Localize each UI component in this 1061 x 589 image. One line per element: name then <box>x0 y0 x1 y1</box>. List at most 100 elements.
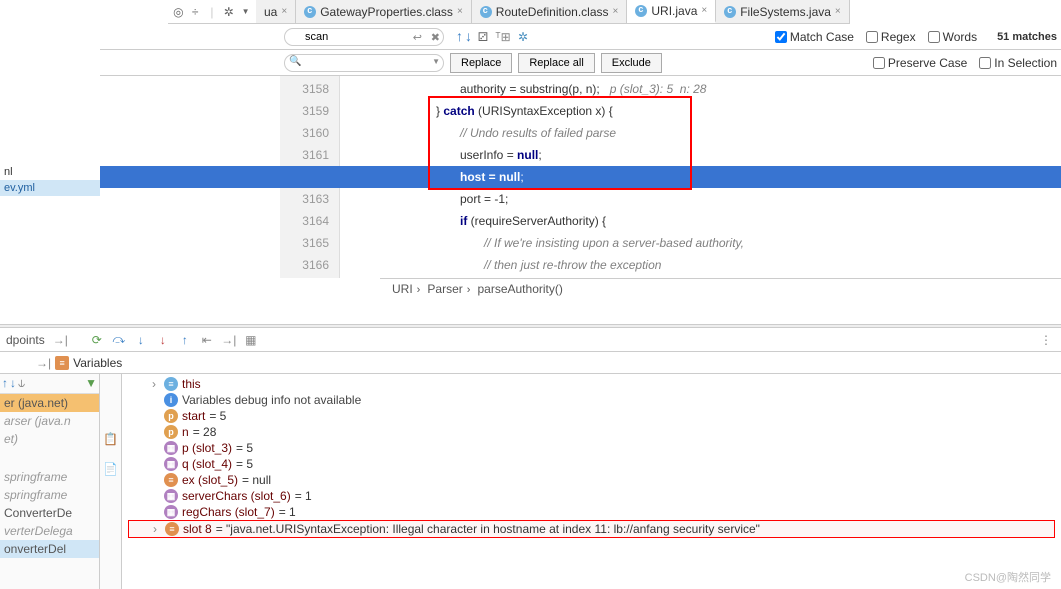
close-icon[interactable]: × <box>835 6 841 17</box>
settings-icon[interactable]: ✲ <box>514 28 532 46</box>
line-number: 3166 <box>280 254 329 276</box>
tab-label: URI.java <box>651 4 697 18</box>
in-selection-checkbox[interactable]: In Selection <box>979 56 1057 70</box>
slot-icon: ▦ <box>164 441 178 455</box>
drop-frame-icon[interactable]: ⇤ <box>198 331 216 349</box>
copy-icon[interactable]: 📋 <box>102 430 120 448</box>
pin-icon[interactable]: ᵀ⊞ <box>494 28 512 46</box>
var-n[interactable]: pn = 28 <box>128 424 1055 440</box>
regex-checkbox[interactable]: Regex <box>866 30 916 44</box>
code-line-current: host = null; <box>100 166 1061 188</box>
replace-icon: 🔍 <box>289 56 301 67</box>
exclude-button[interactable]: Exclude <box>601 53 662 73</box>
match-case-checkbox[interactable]: Match Case <box>775 30 854 44</box>
crumb[interactable]: parseAuthority() <box>477 282 562 296</box>
primitive-icon: p <box>164 425 178 439</box>
var-this[interactable]: ›≡this <box>128 376 1055 392</box>
run-to-cursor-icon[interactable]: →| <box>220 331 238 349</box>
info-icon: i <box>164 393 178 407</box>
filter-icon[interactable]: ⚂ <box>474 28 492 46</box>
frame-item[interactable]: verterDelega <box>0 522 99 540</box>
tab-ua[interactable]: ua× <box>256 0 296 23</box>
force-step-icon[interactable]: ↓ <box>154 331 172 349</box>
frame-item[interactable]: ConverterDe <box>0 504 99 522</box>
more-icon[interactable]: ⋮ <box>1037 331 1055 349</box>
pin-icon[interactable]: →| <box>53 333 68 347</box>
var-q[interactable]: ▦q (slot_4) = 5 <box>128 456 1055 472</box>
tab-gateway[interactable]: GatewayProperties.class × <box>296 0 472 23</box>
dropdown-icon[interactable]: ▼ <box>239 3 252 21</box>
variables-tree[interactable]: ›≡this iVariables debug info not availab… <box>122 374 1061 589</box>
tab-filesystems[interactable]: FileSystems.java× <box>716 0 850 23</box>
clear-icon[interactable]: ✖ <box>431 31 440 44</box>
tab-endpoints[interactable]: dpoints <box>6 333 45 347</box>
var-ex[interactable]: ≡ex (slot_5) = null <box>128 472 1055 488</box>
nav-arrows: ↑ ↓ ⚂ ᵀ⊞ ✲ <box>456 28 532 46</box>
tab-uri[interactable]: URI.java × <box>627 0 716 23</box>
up-icon[interactable]: ↑ <box>2 376 8 391</box>
line-number: 3159 <box>280 100 329 122</box>
side-icons: 📋 📄 <box>100 374 122 589</box>
step-over-icon[interactable]: ⤼ <box>110 331 128 349</box>
replace-all-button[interactable]: Replace all <box>518 53 594 73</box>
history-icon[interactable]: ↩ <box>413 31 422 44</box>
replace-button[interactable]: Replace <box>450 53 512 73</box>
evaluate-icon[interactable]: ▦ <box>242 331 260 349</box>
watermark: CSDN@陶然同学 <box>965 569 1051 585</box>
frame-item[interactable]: onverterDel <box>0 540 99 558</box>
replace-options: Preserve Case In Selection <box>873 56 1057 70</box>
frame-item[interactable]: arser (java.n <box>0 412 99 430</box>
frame-item[interactable]: springframe <box>0 468 99 486</box>
breadcrumb[interactable]: URI› Parser› parseAuthority() <box>380 278 1061 300</box>
var-slot8[interactable]: ›≡slot 8 = "java.net.URISyntaxException:… <box>128 520 1055 538</box>
slot-icon: ▦ <box>164 457 178 471</box>
var-start[interactable]: pstart = 5 <box>128 408 1055 424</box>
var-p[interactable]: ▦p (slot_3) = 5 <box>128 440 1055 456</box>
variables-pane: ›≡this iVariables debug info not availab… <box>122 374 1061 589</box>
next-match-icon[interactable]: ↓ <box>465 28 472 46</box>
replace-input[interactable] <box>284 54 444 72</box>
tab-label: GatewayProperties.class <box>320 5 453 19</box>
words-checkbox[interactable]: Words <box>928 30 977 44</box>
funnel-icon[interactable]: ▼ <box>85 376 97 391</box>
tab-label: RouteDefinition.class <box>496 5 609 19</box>
paste-icon[interactable]: 📄 <box>102 460 120 478</box>
frame-item[interactable]: springframe <box>0 486 99 504</box>
code-line: // then just re-throw the exception <box>340 254 1061 276</box>
var-regchars[interactable]: ▦regChars (slot_7) = 1 <box>128 504 1055 520</box>
var-info: iVariables debug info not available <box>128 392 1055 408</box>
target-icon[interactable]: ◎ <box>172 3 185 21</box>
gear-icon[interactable]: ✲ <box>222 3 235 21</box>
object-icon: ≡ <box>164 377 178 391</box>
file-item-selected[interactable]: ev.yml <box>0 180 100 196</box>
prev-match-icon[interactable]: ↑ <box>456 28 463 46</box>
editor-tabs: ua× GatewayProperties.class × RouteDefini… <box>256 0 850 24</box>
var-serverchars[interactable]: ▦serverChars (slot_6) = 1 <box>128 488 1055 504</box>
tab-routedef[interactable]: RouteDefinition.class × <box>472 0 628 23</box>
dropdown-icon[interactable]: ▼ <box>432 57 440 66</box>
code-editor[interactable]: 3158 3159 3160 3161 3162 3163 3164 3165 … <box>100 76 1061 278</box>
code-line: userInfo = null; <box>340 144 1061 166</box>
search-bar: ↩ ✖ ↑ ↓ ⚂ ᵀ⊞ ✲ Match Case Regex Words 51… <box>100 24 1061 50</box>
label: Regex <box>881 30 916 44</box>
frame-item[interactable]: er (java.net) <box>0 394 99 412</box>
down-icon[interactable]: ↓ <box>10 376 16 391</box>
close-icon[interactable]: × <box>281 6 287 17</box>
step-out-icon[interactable]: ↑ <box>176 331 194 349</box>
file-item[interactable]: nl <box>0 164 100 180</box>
arrow-icon[interactable]: →| <box>36 356 51 370</box>
code-body[interactable]: authority = substring(p, n); p (slot_3):… <box>340 76 1061 278</box>
step-into-icon[interactable]: ↓ <box>132 331 150 349</box>
primitive-icon: p <box>164 409 178 423</box>
close-icon[interactable]: × <box>613 6 619 17</box>
frame-item[interactable]: et) <box>0 430 99 448</box>
restart-icon[interactable]: ⟳ <box>88 331 106 349</box>
filter-icon[interactable]: ⫝ <box>18 376 25 391</box>
close-icon[interactable]: × <box>701 5 707 16</box>
collapse-icon[interactable]: ÷ <box>189 3 202 21</box>
preserve-case-checkbox[interactable]: Preserve Case <box>873 56 967 70</box>
close-icon[interactable]: × <box>457 6 463 17</box>
frames-list[interactable]: ↑ ↓ ⫝ ▼ er (java.net) arser (java.n et) … <box>0 374 100 589</box>
crumb[interactable]: Parser <box>427 282 462 296</box>
crumb[interactable]: URI <box>392 282 413 296</box>
